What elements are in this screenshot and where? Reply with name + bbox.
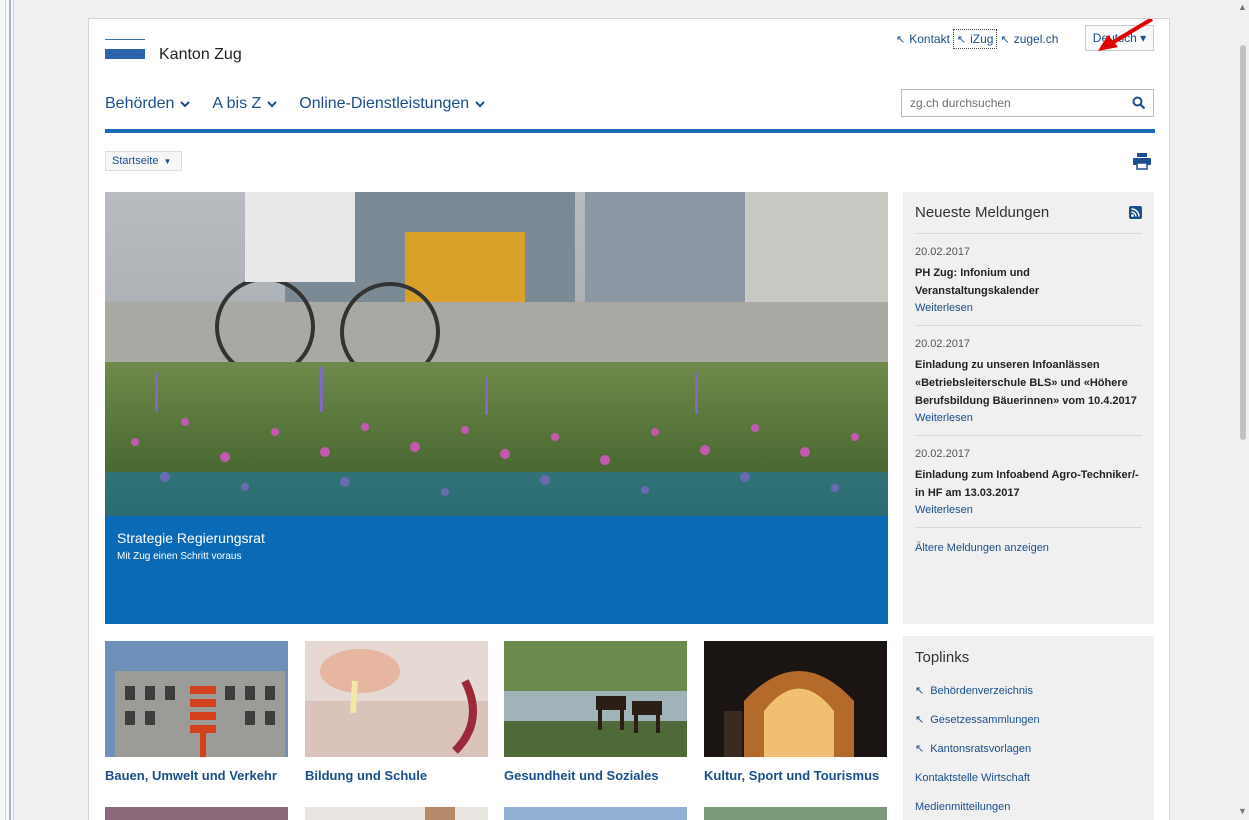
toplink-kantonsratsvorlagen[interactable]: ↖ Kantonsratsvorlagen (915, 734, 1142, 763)
tile-image (105, 641, 288, 757)
tile-image (105, 807, 288, 820)
tile-image (704, 807, 887, 820)
hero-image (105, 192, 888, 516)
top-link-kontakt[interactable]: ↖ Kontakt (893, 29, 953, 49)
tile-image (305, 641, 488, 757)
news-title[interactable]: Einladung zum Infoabend Agro-Techniker/-… (915, 466, 1142, 502)
site-name: Kanton Zug (159, 46, 242, 63)
read-more-link[interactable]: Weiterlesen (915, 302, 1142, 314)
scrollbar-thumb[interactable] (1240, 45, 1246, 440)
annotation-arrow-icon (1098, 19, 1154, 51)
nav-item-online-dienstleistungen[interactable]: Online-Dienstleistungen (299, 95, 485, 113)
scroll-down-icon[interactable]: ▼ (1238, 806, 1247, 816)
top-links: ↖ Kontakt ↖ iZug ↖ zugel.ch (893, 29, 1061, 49)
external-arrow-icon: ↖ (915, 685, 925, 697)
top-link-izug[interactable]: ↖ iZug (952, 29, 998, 49)
tile-row2-4[interactable] (704, 807, 887, 820)
tile-image (305, 807, 488, 820)
page-scrollbar[interactable]: ▲ ▼ (1237, 0, 1249, 820)
search-icon[interactable] (1132, 96, 1146, 110)
external-arrow-icon: ↖ (915, 743, 925, 755)
toplinks-heading: Toplinks (915, 649, 970, 666)
tile-label: Bauen, Umwelt und Verkehr (105, 768, 277, 783)
news-item: 20.02.2017 Einladung zum Infoabend Agro-… (915, 436, 1142, 528)
nav-divider (105, 129, 1155, 133)
canton-flag-icon (105, 37, 145, 59)
print-icon[interactable] (1132, 152, 1152, 170)
hero-title: Strategie Regierungsrat (117, 530, 265, 546)
toplink-behoerdenverzeichnis[interactable]: ↖ Behördenverzeichnis (915, 676, 1142, 705)
tile-image (704, 641, 887, 757)
toplinks-box: Toplinks ↖ Behördenverzeichnis ↖ Gesetzess… (903, 636, 1154, 820)
news-title[interactable]: PH Zug: Infonium und Veranstaltungskalen… (915, 264, 1142, 300)
external-arrow-icon: ↖ (896, 33, 906, 46)
external-arrow-icon: ↖ (1000, 33, 1010, 46)
search-input[interactable] (902, 90, 1122, 116)
tile-image (504, 807, 687, 820)
tile-image (504, 641, 687, 757)
chevron-down-icon (475, 101, 485, 108)
nav-item-a-bis-z[interactable]: A bis Z (212, 95, 278, 113)
toplink-gesetzessammlungen[interactable]: ↖ Gesetzessammlungen (915, 705, 1142, 734)
top-link-zugel[interactable]: ↖ zugel.ch (997, 29, 1061, 49)
browser-left-edge (0, 0, 14, 820)
main-navigation: Behörden A bis Z Online-Dienstleistungen (105, 95, 507, 113)
news-item: 20.02.2017 Einladung zu unseren Infoanlä… (915, 326, 1142, 436)
external-arrow-icon: ↖ (956, 33, 967, 46)
tile-bauen[interactable]: Bauen, Umwelt und Verkehr (105, 641, 288, 784)
rss-icon[interactable] (1129, 206, 1142, 219)
breadcrumb-home: Startseite (112, 155, 159, 167)
tile-kultur[interactable]: Kultur, Sport und Tourismus (704, 641, 887, 784)
tile-row2-1[interactable] (105, 807, 288, 820)
chevron-down-icon (267, 101, 278, 108)
site-search (901, 89, 1154, 117)
hero-teaser[interactable]: Strategie Regierungsrat Mit Zug einen Sc… (105, 192, 888, 624)
hero-subtitle: Mit Zug einen Schritt voraus (117, 551, 242, 562)
nav-item-behoerden[interactable]: Behörden (105, 95, 191, 113)
news-item: 20.02.2017 PH Zug: Infonium und Veransta… (915, 234, 1142, 326)
external-arrow-icon: ↖ (915, 714, 925, 726)
scroll-up-icon[interactable]: ▲ (1238, 2, 1247, 12)
page-container: Kanton Zug ↖ Kontakt ↖ iZug ↖ zugel.ch Deut… (88, 18, 1170, 820)
tile-label: Gesundheit und Soziales (504, 768, 659, 783)
news-box: Neueste Meldungen 20.02.2017 PH Zug: Inf… (903, 192, 1154, 624)
tile-bildung[interactable]: Bildung und Schule (305, 641, 488, 784)
chevron-down-icon (180, 101, 191, 108)
tile-gesundheit[interactable]: Gesundheit und Soziales (504, 641, 687, 784)
tile-label: Bildung und Schule (305, 768, 428, 783)
caret-down-icon: ▼ (163, 156, 172, 166)
tile-label: Kultur, Sport und Tourismus (704, 768, 880, 783)
read-more-link[interactable]: Weiterlesen (915, 412, 1142, 424)
toplink-medienmitteilungen[interactable]: Medienmitteilungen (915, 792, 1142, 820)
news-date: 20.02.2017 (915, 338, 971, 350)
tile-row2-3[interactable] (504, 807, 687, 820)
older-news-link[interactable]: Ältere Meldungen anzeigen (915, 528, 1142, 554)
news-date: 20.02.2017 (915, 448, 971, 460)
news-title[interactable]: Einladung zu unseren Infoanlässen «Betri… (915, 356, 1142, 410)
read-more-link[interactable]: Weiterlesen (915, 504, 1142, 516)
news-date: 20.02.2017 (915, 246, 971, 258)
toplink-kontaktstelle-wirtschaft[interactable]: Kontaktstelle Wirtschaft (915, 763, 1142, 792)
news-heading: Neueste Meldungen (915, 204, 1050, 221)
tile-row2-2[interactable] (305, 807, 488, 820)
breadcrumb[interactable]: Startseite ▼ (105, 151, 183, 171)
